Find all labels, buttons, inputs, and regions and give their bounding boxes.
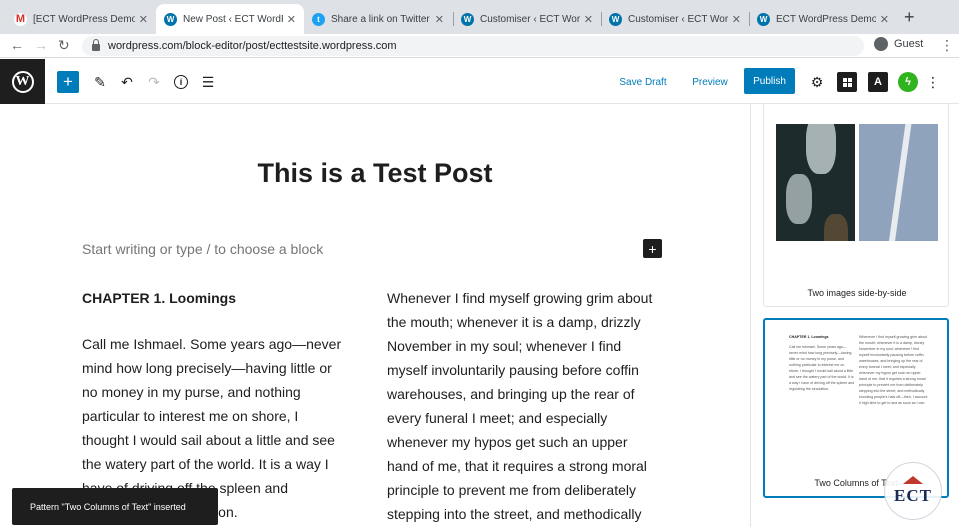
wordpress-icon: W: [461, 12, 474, 26]
more-options-button[interactable]: ⋮: [926, 71, 940, 93]
profile-label: Guest: [894, 38, 924, 50]
browser-tab-strip: M [ECT WordPress Demo T ✕ W New Post ‹ E…: [0, 0, 959, 34]
redo-icon: ↷: [148, 73, 160, 90]
paragraph-line: the mouth; whenever it is a damp, drizzl…: [387, 314, 641, 330]
pencil-icon: ✎: [94, 73, 106, 90]
pattern-two-images[interactable]: Two images side-by-side: [763, 104, 949, 307]
inline-inserter-button[interactable]: +: [643, 239, 662, 258]
browser-tab-customiser-2[interactable]: W Customiser ‹ ECT Word ✕: [601, 4, 749, 34]
snackbar-notice[interactable]: Pattern "Two Columns of Text" inserted: [12, 488, 218, 525]
paragraph-line: particular to interest me on shore, I: [82, 408, 299, 424]
editor-canvas: This is a Test Post Start writing or typ…: [0, 104, 750, 527]
gear-icon: ⚙: [810, 73, 824, 90]
reload-icon[interactable]: ↻: [58, 37, 70, 53]
roof-icon: [903, 476, 923, 484]
column-right[interactable]: Whenever I find myself growing grim abou…: [387, 286, 677, 526]
browser-tab-new-post[interactable]: W New Post ‹ ECT WordPr ✕: [156, 4, 304, 34]
browser-tab-ect-demo[interactable]: W ECT WordPress Demo T ✕: [749, 4, 897, 34]
paragraph-line: no money in my purse, and nothing: [82, 384, 301, 400]
jetpack-icon: ϟ: [905, 76, 911, 88]
redo-button[interactable]: ↷: [144, 71, 164, 93]
avatar-icon: [874, 37, 888, 51]
jetpack-button[interactable]: ϟ: [898, 72, 918, 92]
paragraph-line: stepping into the street, and methodical…: [387, 506, 642, 522]
undo-icon: ↶: [121, 73, 133, 90]
address-bar[interactable]: wordpress.com/block-editor/post/ecttests…: [82, 36, 864, 56]
wordpress-icon: W: [11, 70, 34, 93]
paragraph-line: thought I would sail about a little and …: [82, 432, 335, 448]
paragraph-line: whenever my hypos get such an upper: [387, 434, 628, 450]
preview-button[interactable]: Preview: [686, 71, 734, 93]
chapter-heading[interactable]: CHAPTER 1. Loomings: [82, 286, 362, 310]
close-icon[interactable]: ✕: [139, 13, 148, 26]
paragraph-line: principle to prevent me from deliberatel…: [387, 482, 637, 498]
save-draft-button[interactable]: Save Draft: [614, 71, 672, 93]
browser-toolbar: ← → ↻ wordpress.com/block-editor/post/ec…: [0, 34, 959, 58]
new-tab-button[interactable]: +: [904, 8, 915, 26]
publish-button[interactable]: Publish: [744, 68, 795, 94]
post-title[interactable]: This is a Test Post: [0, 158, 750, 189]
browser-menu-icon[interactable]: ⋮: [940, 37, 954, 54]
ect-logo: ECT: [884, 462, 942, 520]
browser-tab-customiser-1[interactable]: W Customiser ‹ ECT Word ✕: [453, 4, 601, 34]
details-button[interactable]: i: [171, 71, 191, 93]
more-icon: ⋮: [926, 73, 940, 90]
forward-arrow-icon[interactable]: →: [34, 37, 48, 53]
paragraph-line: mind how long precisely—having little or: [82, 360, 332, 376]
ect-text: ECT: [894, 486, 932, 505]
close-icon[interactable]: ✕: [584, 13, 593, 26]
snackbar-message: Pattern "Two Columns of Text" inserted: [30, 501, 186, 512]
close-icon[interactable]: ✕: [287, 13, 296, 26]
paragraph-line: hand of me, that it requires a strong mo…: [387, 458, 647, 474]
browser-tab-gmail[interactable]: M [ECT WordPress Demo T ✕: [6, 4, 156, 34]
profile-button[interactable]: Guest: [874, 37, 923, 51]
add-block-button[interactable]: +: [57, 71, 79, 93]
block-patterns-sidebar: Two images side-by-side CHAPTER 1. Loomi…: [750, 104, 959, 527]
list-view-icon: ☰: [201, 73, 215, 90]
paragraph-line: warehouses, and bringing up the rear of: [387, 386, 635, 402]
a-icon: A: [874, 76, 882, 88]
block-placeholder[interactable]: Start writing or type / to choose a bloc…: [82, 241, 323, 257]
close-icon[interactable]: ✕: [732, 13, 741, 26]
styles-button[interactable]: A: [868, 72, 888, 92]
pattern-preview-right: Whenever I find myself growing grim abou…: [859, 335, 928, 405]
info-icon: i: [174, 75, 188, 89]
paragraph-line: Whenever I find myself growing grim abou…: [387, 290, 653, 306]
close-icon[interactable]: ✕: [435, 13, 444, 26]
settings-button[interactable]: ⚙: [807, 71, 827, 93]
editor-header: W + ✎ ↶ ↷ i ☰ Save Draft Preview Publish…: [0, 59, 959, 104]
plus-icon: +: [63, 72, 73, 91]
block-settings-button[interactable]: [837, 72, 857, 92]
block-icon: [842, 77, 852, 87]
lock-icon: [92, 39, 100, 51]
snow-road-image: [859, 124, 938, 241]
gmail-icon: M: [14, 12, 27, 26]
paragraph-line: the watery part of the world. It is a wa…: [82, 456, 329, 472]
undo-button[interactable]: ↶: [117, 71, 137, 93]
back-arrow-icon[interactable]: ←: [10, 37, 24, 53]
paragraph-line: myself involuntarily pausing before coff…: [387, 362, 639, 378]
paragraph-line: every funeral I meet; and especially: [387, 410, 608, 426]
list-view-button[interactable]: ☰: [198, 71, 218, 93]
pattern-preview-left: CHAPTER 1. Loomings Call me Ishmael. Som…: [789, 335, 855, 391]
wordpress-icon: W: [164, 12, 177, 26]
close-icon[interactable]: ✕: [880, 13, 889, 26]
wordpress-icon: W: [609, 12, 622, 26]
pattern-label: Two images side-by-side: [807, 288, 907, 298]
coast-image: [776, 124, 855, 241]
paragraph-line: November in my soul; whenever I find: [387, 338, 622, 354]
wordpress-logo-button[interactable]: W: [0, 59, 45, 104]
twitter-icon: t: [312, 12, 325, 26]
paragraph-line: Call me Ishmael. Some years ago—never: [82, 336, 342, 352]
wordpress-icon: W: [757, 12, 770, 26]
url-text: wordpress.com/block-editor/post/ecttests…: [108, 40, 397, 52]
tools-button[interactable]: ✎: [90, 71, 110, 93]
plus-icon: +: [648, 240, 657, 257]
browser-tab-twitter[interactable]: t Share a link on Twitter ✕: [304, 4, 452, 34]
